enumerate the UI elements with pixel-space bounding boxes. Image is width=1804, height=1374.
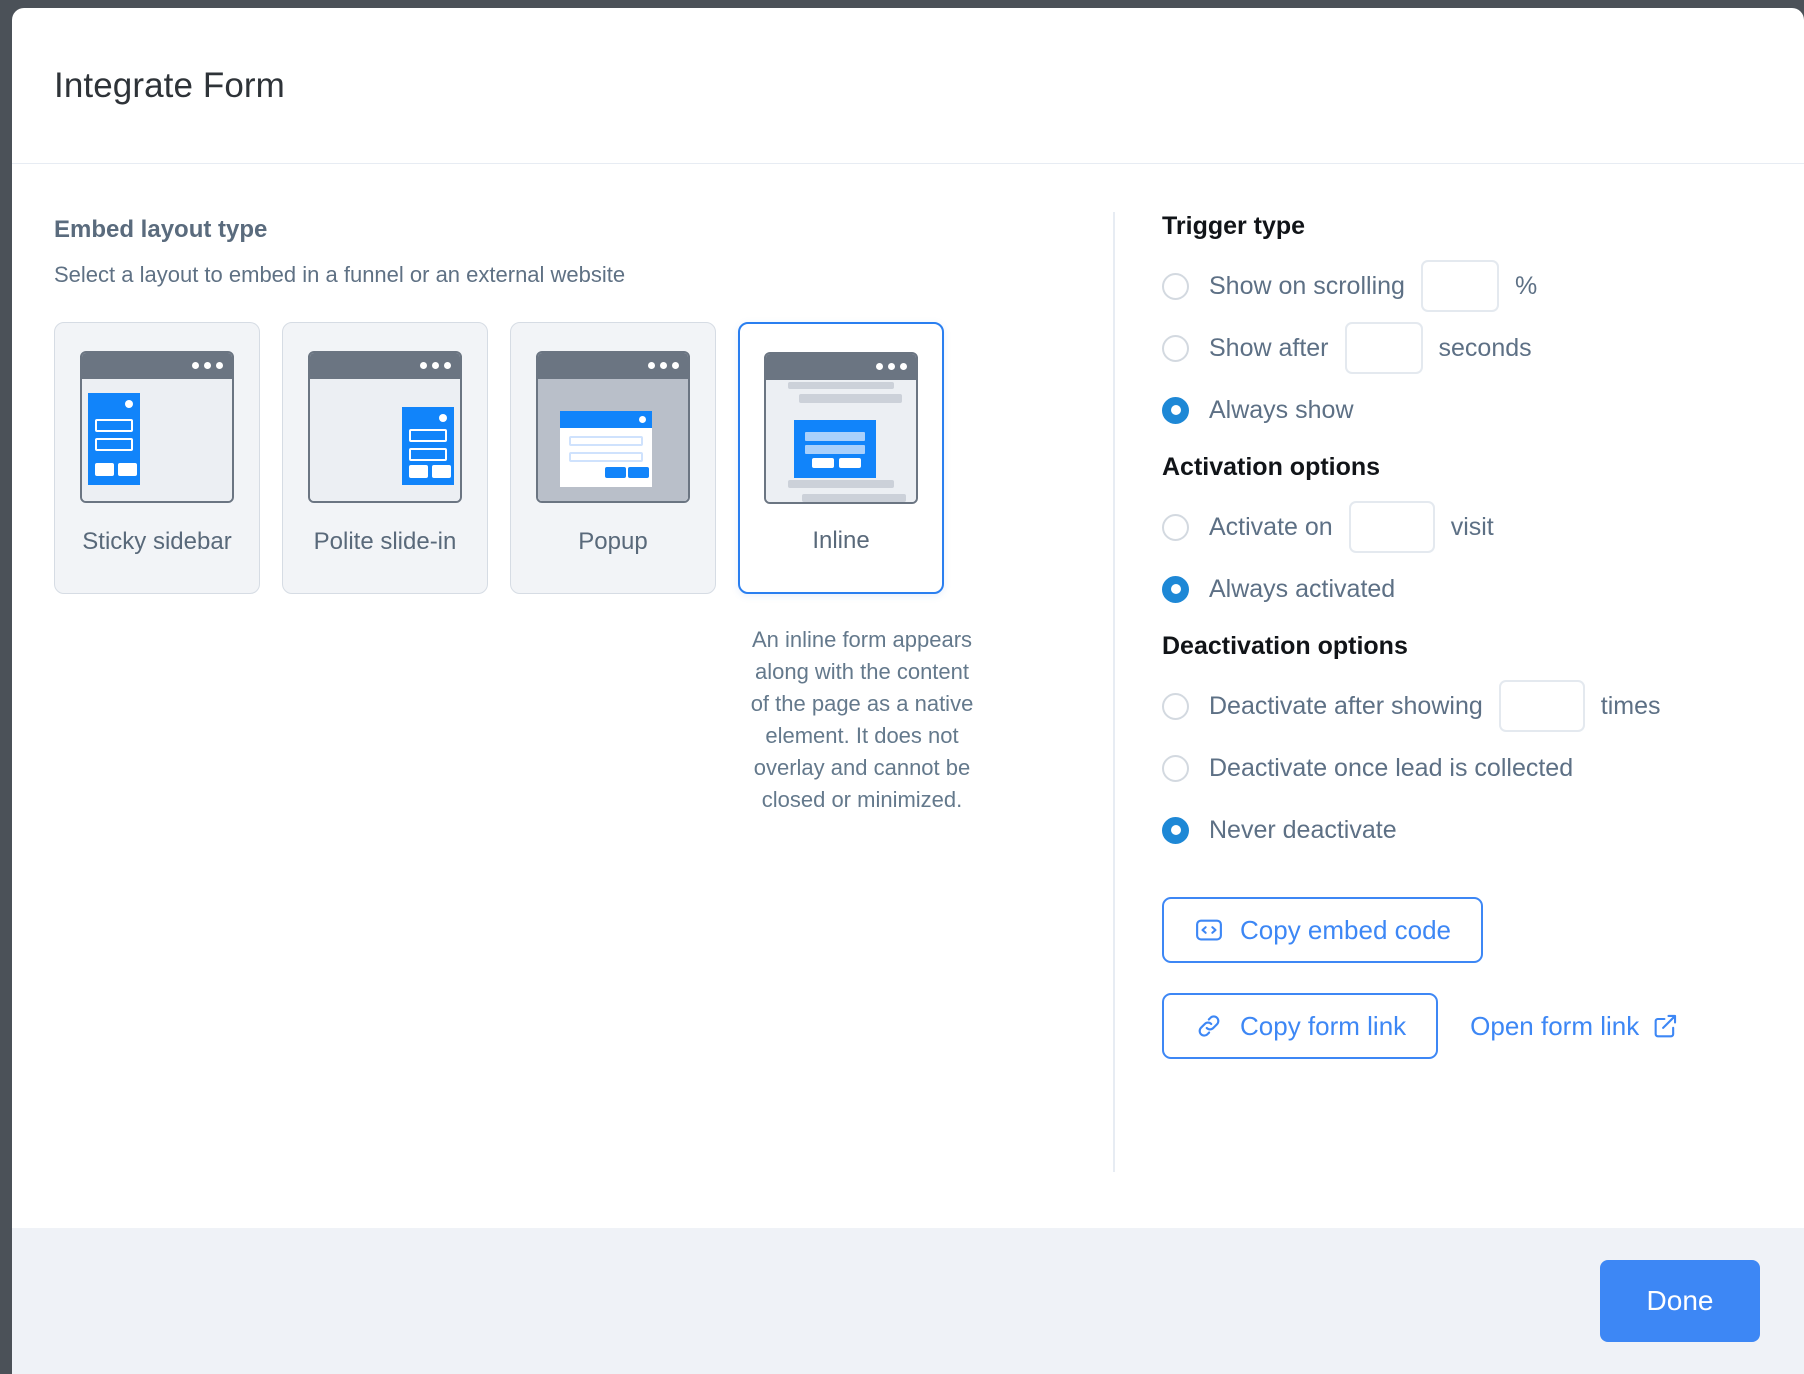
radio-activate-on[interactable] <box>1162 514 1189 541</box>
activation-options-group: Activation options Activate on visit Alw… <box>1162 453 1804 620</box>
copy-embed-code-label: Copy embed code <box>1240 915 1451 946</box>
option-label: Deactivate once lead is collected <box>1209 754 1573 783</box>
action-buttons: Copy embed code Copy form link Op <box>1162 897 1804 1059</box>
sticky-sidebar-thumbnail-icon <box>80 351 234 503</box>
deactivation-options-heading: Deactivation options <box>1162 632 1804 661</box>
external-link-icon <box>1651 1012 1679 1040</box>
radio-deactivate-once-lead-collected[interactable] <box>1162 755 1189 782</box>
radio-show-on-scrolling[interactable] <box>1162 273 1189 300</box>
done-button[interactable]: Done <box>1600 1260 1760 1342</box>
copy-embed-code-button[interactable]: Copy embed code <box>1162 897 1483 963</box>
radio-always-show[interactable] <box>1162 397 1189 424</box>
layout-card-inline[interactable]: Inline <box>738 322 944 594</box>
unit-label: % <box>1515 272 1537 301</box>
embed-layout-pane: Embed layout type Select a layout to emb… <box>12 164 1102 1228</box>
radio-never-deactivate[interactable] <box>1162 817 1189 844</box>
polite-slide-in-thumbnail-icon <box>308 351 462 503</box>
modal-header: Integrate Form <box>12 8 1804 164</box>
layout-card-popup[interactable]: Popup <box>510 322 716 594</box>
deactivation-option-lead-collected[interactable]: Deactivate once lead is collected <box>1162 737 1804 799</box>
option-label: Never deactivate <box>1209 816 1397 845</box>
selected-layout-description: An inline form appears along with the co… <box>744 624 980 816</box>
activation-option-activate-on[interactable]: Activate on visit <box>1162 496 1804 558</box>
integrate-form-modal: Integrate Form Embed layout type Select … <box>12 8 1804 1374</box>
layout-card-list: Sticky sidebar <box>54 322 1102 594</box>
trigger-type-heading: Trigger type <box>1162 212 1804 241</box>
trigger-option-show-after[interactable]: Show after seconds <box>1162 317 1804 379</box>
unit-label: times <box>1601 692 1661 721</box>
option-label: Show on scrolling <box>1209 272 1405 301</box>
activation-option-always-activated[interactable]: Always activated <box>1162 558 1804 620</box>
layout-card-label: Popup <box>511 528 715 556</box>
embed-layout-subheading: Select a layout to embed in a funnel or … <box>54 262 1102 288</box>
copy-form-link-label: Copy form link <box>1240 1011 1406 1042</box>
activate-on-visit-input[interactable] <box>1349 501 1435 553</box>
trigger-option-show-on-scrolling[interactable]: Show on scrolling % <box>1162 255 1804 317</box>
inline-thumbnail-icon <box>764 352 918 504</box>
layout-card-label: Sticky sidebar <box>55 528 259 556</box>
option-label: Activate on <box>1209 513 1333 542</box>
deactivation-option-after-showing[interactable]: Deactivate after showing times <box>1162 675 1804 737</box>
open-form-link-label: Open form link <box>1470 1011 1639 1042</box>
layout-card-sticky-sidebar[interactable]: Sticky sidebar <box>54 322 260 594</box>
unit-label: seconds <box>1439 334 1532 363</box>
modal-body: Embed layout type Select a layout to emb… <box>12 164 1804 1228</box>
show-after-seconds-input[interactable] <box>1345 322 1423 374</box>
code-icon <box>1194 915 1224 945</box>
popup-thumbnail-icon <box>536 351 690 503</box>
scroll-percent-input[interactable] <box>1421 260 1499 312</box>
option-label: Show after <box>1209 334 1329 363</box>
embed-layout-heading: Embed layout type <box>54 216 1102 244</box>
form-link-row: Copy form link Open form link <box>1162 993 1804 1059</box>
page-title: Integrate Form <box>54 66 285 106</box>
copy-form-link-button[interactable]: Copy form link <box>1162 993 1438 1059</box>
radio-deactivate-after-showing[interactable] <box>1162 693 1189 720</box>
radio-show-after[interactable] <box>1162 335 1189 362</box>
trigger-type-group: Trigger type Show on scrolling % Show af… <box>1162 212 1804 441</box>
option-label: Deactivate after showing <box>1209 692 1483 721</box>
layout-card-label: Inline <box>740 527 942 555</box>
option-label: Always activated <box>1209 575 1395 604</box>
deactivate-times-input[interactable] <box>1499 680 1585 732</box>
open-form-link[interactable]: Open form link <box>1470 1011 1679 1042</box>
activation-options-heading: Activation options <box>1162 453 1804 482</box>
trigger-option-always-show[interactable]: Always show <box>1162 379 1804 441</box>
layout-card-polite-slide-in[interactable]: Polite slide-in <box>282 322 488 594</box>
radio-always-activated[interactable] <box>1162 576 1189 603</box>
option-label: Always show <box>1209 396 1354 425</box>
link-icon <box>1194 1011 1224 1041</box>
unit-label: visit <box>1451 513 1494 542</box>
settings-pane: Trigger type Show on scrolling % Show af… <box>1102 164 1804 1228</box>
deactivation-option-never[interactable]: Never deactivate <box>1162 799 1804 861</box>
deactivation-options-group: Deactivation options Deactivate after sh… <box>1162 632 1804 861</box>
layout-card-label: Polite slide-in <box>283 528 487 556</box>
modal-footer: Done <box>12 1228 1804 1374</box>
